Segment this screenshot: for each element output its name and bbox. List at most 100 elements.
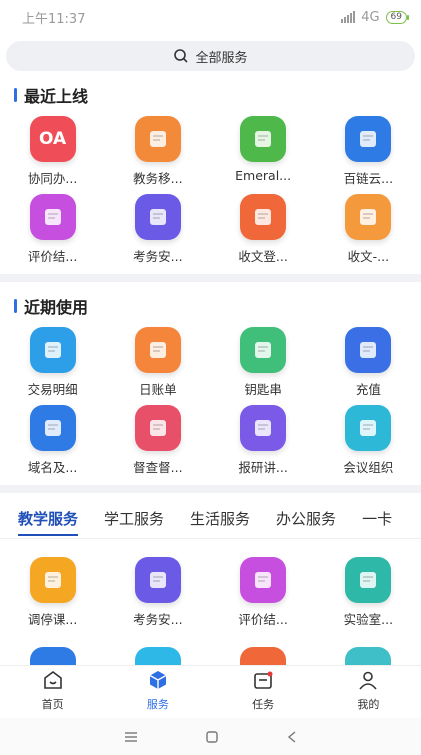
app-tile-label: 督查督... [133,460,183,475]
oa-icon: OA [29,116,76,162]
app-tile-label: 调停课... [27,612,78,627]
app-tile-label: 日账单 [139,382,177,397]
app-tile[interactable]: 考务安... [105,557,210,627]
document-search-icon [240,116,287,162]
search-icon [174,49,189,63]
flask-icon [345,557,392,603]
section-divider [0,274,421,282]
section-recent-used: 近期使用 [0,291,421,321]
service-tab[interactable]: 学工服务 [104,498,164,538]
app-tile[interactable]: 报研讲... [211,405,316,475]
bottom-nav-item[interactable]: 任务 [211,666,316,715]
home-icon [42,669,64,696]
calendar-swap-icon [29,557,76,603]
partial-app-icon[interactable] [240,647,287,667]
bottom-nav-item[interactable]: 服务 [105,666,210,715]
app-tile[interactable]: 考务安... [105,194,210,264]
section-divider [0,485,421,493]
app-tile[interactable]: 收文登... [211,194,316,264]
globe-ip-icon [29,405,76,451]
status-time: 上午11:37 [22,11,86,27]
signal-icon [341,11,356,23]
card-add-icon [345,327,392,373]
monitor-clock-icon [134,557,181,603]
service-tab[interactable]: 一卡 [362,498,392,538]
bottom-nav-label: 首页 [41,698,64,711]
service-tab[interactable]: 生活服务 [190,498,250,538]
section-title-text: 最近上线 [24,87,89,106]
menu-icon[interactable] [123,731,139,743]
partial-app-icon[interactable] [134,647,181,667]
app-tile[interactable]: 督查督... [105,405,210,475]
app-tile[interactable]: 评价结... [211,557,316,627]
app-tile-label: 域名及... [27,460,78,475]
report-check-icon [134,405,181,451]
app-tile-label: 百链云... [343,171,394,186]
app-tile-label: 实验室... [343,612,394,627]
app-tile[interactable]: Emeral... [211,116,316,186]
paper-scroll-icon [240,405,287,451]
bottom-nav-item[interactable]: 首页 [0,666,105,715]
app-tile-label: 收文-... [347,249,390,264]
section-title-text: 近期使用 [24,298,89,317]
cube-icon [147,669,169,696]
network-type: 4G [361,9,380,25]
book-search-icon [345,116,392,162]
app-tile[interactable]: 钥匙串 [211,327,316,397]
app-tile-label: 考务安... [133,249,183,264]
back-icon[interactable] [286,730,298,744]
app-tile[interactable]: 域名及... [0,405,105,475]
teaching-services-grid: 调停课... 考务安... 评价结... 实验室... [0,539,421,627]
section-marker [14,88,17,102]
status-right: 4G 69 [341,9,410,25]
next-row-peek [0,647,421,667]
app-tile-label: 协同办... [27,171,78,186]
app-tile-label: 收文登... [238,249,288,264]
service-tab[interactable]: 教学服务 [18,498,79,538]
bottom-navigation: 首页 服务 任务 我的 [0,665,421,715]
app-tile-label: 考务安... [133,612,183,627]
app-tile-label: 评价结... [27,249,78,264]
search-all-services-bar[interactable]: 全部服务 [6,41,415,71]
section-recent-online: 最近上线 [0,80,421,110]
partial-app-icon[interactable] [29,647,76,667]
books-icon [134,116,181,162]
app-tile[interactable]: 评价结... [0,194,105,264]
hand-card-icon [240,557,287,603]
service-tab[interactable]: 办公服务 [276,498,336,538]
app-tile[interactable]: 百链云... [316,116,421,186]
app-tile[interactable]: 日账单 [105,327,210,397]
inbox-register-icon [240,194,287,240]
app-tile[interactable]: 会议组织 [316,405,421,475]
app-tile[interactable]: 收文-... [316,194,421,264]
home-square-icon[interactable] [205,730,219,744]
app-tile[interactable]: OA 协同办... [0,116,105,186]
status-bar: 上午11:37 4G 69 [0,0,421,34]
section-marker [14,299,17,313]
app-tile[interactable]: 充值 [316,327,421,397]
battery-icon: 69 [385,10,410,24]
app-tile-label: 交易明细 [27,382,78,397]
app-tile[interactable]: 交易明细 [0,327,105,397]
system-navigation-bar [0,718,421,755]
task-icon [252,669,274,696]
app-tile-label: 报研讲... [238,460,288,475]
app-tile[interactable]: 教务移... [105,116,210,186]
search-label: 全部服务 [195,50,248,66]
app-tile[interactable]: 调停课... [0,557,105,627]
app-tile-label: 会议组织 [343,460,394,475]
app-tile-label: 充值 [355,382,381,397]
bottom-nav-item[interactable]: 我的 [316,666,421,715]
bottom-nav-label: 我的 [357,698,380,711]
hand-card-icon [29,194,76,240]
transaction-card-icon [29,327,76,373]
app-tile[interactable]: 实验室... [316,557,421,627]
meeting-board-icon [345,405,392,451]
app-tile-label: 教务移... [133,171,183,186]
recent-online-grid: OA 协同办... 教务移... Emeral... 百链云... 评价结... 考务安..… [0,110,421,264]
service-category-tabs: 教学服务 学工服务 生活服务 办公服务 一卡 [0,493,421,539]
bill-edit-icon [134,327,181,373]
bottom-nav-label: 服务 [146,698,169,711]
bottom-nav-label: 任务 [252,698,275,711]
partial-app-icon[interactable] [345,647,392,667]
